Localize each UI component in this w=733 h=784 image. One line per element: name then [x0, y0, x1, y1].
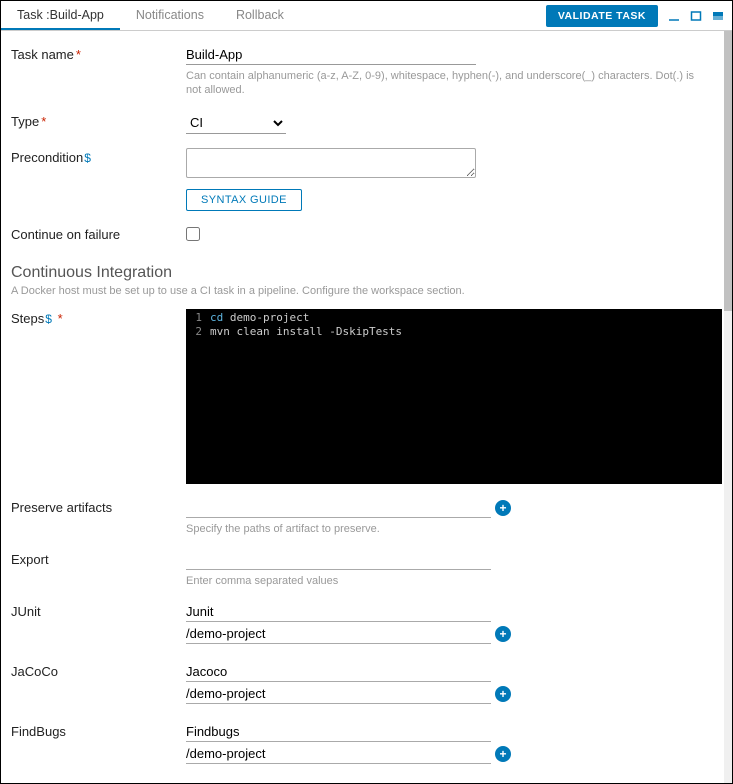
- junit-name-input[interactable]: [186, 602, 491, 622]
- tab-task[interactable]: Task :Build-App: [1, 2, 120, 30]
- maximize-icon[interactable]: [690, 10, 702, 22]
- tab-notifications[interactable]: Notifications: [120, 2, 220, 30]
- label-export: Export: [11, 550, 186, 567]
- add-artifact-button[interactable]: +: [495, 500, 511, 516]
- syntax-guide-button[interactable]: SYNTAX GUIDE: [186, 189, 302, 211]
- row-preserve-artifacts: Preserve artifacts + Specify the paths o…: [11, 498, 722, 536]
- label-steps: Steps$ *: [11, 309, 186, 326]
- vertical-scrollbar[interactable]: [724, 31, 732, 783]
- row-continue-on-failure: Continue on failure: [11, 225, 722, 244]
- ci-section-desc: A Docker host must be set up to use a CI…: [11, 285, 722, 297]
- jacoco-path-input[interactable]: [186, 684, 491, 704]
- tab-rollback[interactable]: Rollback: [220, 2, 300, 30]
- label-task-name: Task name*: [11, 45, 186, 62]
- preserve-hint: Specify the paths of artifact to preserv…: [186, 522, 706, 536]
- row-export: Export Enter comma separated values: [11, 550, 722, 588]
- row-steps: Steps$ * 1cd demo-project 2mvn clean ins…: [11, 309, 722, 484]
- minimize-icon[interactable]: [668, 10, 680, 22]
- type-select[interactable]: CI: [186, 112, 286, 134]
- label-findbugs: FindBugs: [11, 722, 186, 739]
- preserve-artifacts-input[interactable]: [186, 498, 491, 518]
- findbugs-path-input[interactable]: [186, 744, 491, 764]
- jacoco-name-input[interactable]: [186, 662, 491, 682]
- label-jacoco: JaCoCo: [11, 662, 186, 679]
- dock-icon[interactable]: [712, 10, 724, 22]
- jacoco-add-button[interactable]: +: [495, 686, 511, 702]
- row-type: Type* CI: [11, 112, 722, 134]
- label-junit: JUnit: [11, 602, 186, 619]
- tab-strip: Task :Build-App Notifications Rollback: [1, 2, 300, 30]
- checkstyle-name-input[interactable]: [186, 782, 491, 783]
- validate-task-button[interactable]: VALIDATE TASK: [546, 5, 658, 27]
- row-findbugs: FindBugs +: [11, 722, 722, 764]
- export-hint: Enter comma separated values: [186, 574, 706, 588]
- row-jacoco: JaCoCo +: [11, 662, 722, 704]
- junit-add-button[interactable]: +: [495, 626, 511, 642]
- row-task-name: Task name* Can contain alphanumeric (a-z…: [11, 45, 722, 98]
- row-junit: JUnit +: [11, 602, 722, 644]
- findbugs-add-button[interactable]: +: [495, 746, 511, 762]
- steps-code-editor[interactable]: 1cd demo-project 2mvn clean install -Dsk…: [186, 309, 722, 484]
- row-precondition: Precondition$ SYNTAX GUIDE: [11, 148, 722, 211]
- ci-section-title: Continuous Integration: [11, 264, 722, 282]
- junit-path-input[interactable]: [186, 624, 491, 644]
- label-precondition: Precondition$: [11, 148, 186, 165]
- label-preserve-artifacts: Preserve artifacts: [11, 498, 186, 515]
- label-type: Type*: [11, 112, 186, 129]
- label-checkstyle: Checkstyle: [11, 782, 186, 783]
- header-bar: Task :Build-App Notifications Rollback V…: [1, 1, 732, 31]
- scrollbar-thumb[interactable]: [724, 31, 732, 311]
- task-name-hint: Can contain alphanumeric (a-z, A-Z, 0-9)…: [186, 69, 706, 98]
- form-content: Task name* Can contain alphanumeric (a-z…: [1, 31, 732, 783]
- export-input[interactable]: [186, 550, 491, 570]
- precondition-input[interactable]: [186, 148, 476, 178]
- row-checkstyle: Checkstyle: [11, 782, 722, 783]
- label-continue-on-failure: Continue on failure: [11, 225, 186, 242]
- findbugs-name-input[interactable]: [186, 722, 491, 742]
- continue-on-failure-checkbox[interactable]: [186, 227, 200, 241]
- header-actions: VALIDATE TASK: [546, 5, 724, 27]
- task-name-input[interactable]: [186, 45, 476, 65]
